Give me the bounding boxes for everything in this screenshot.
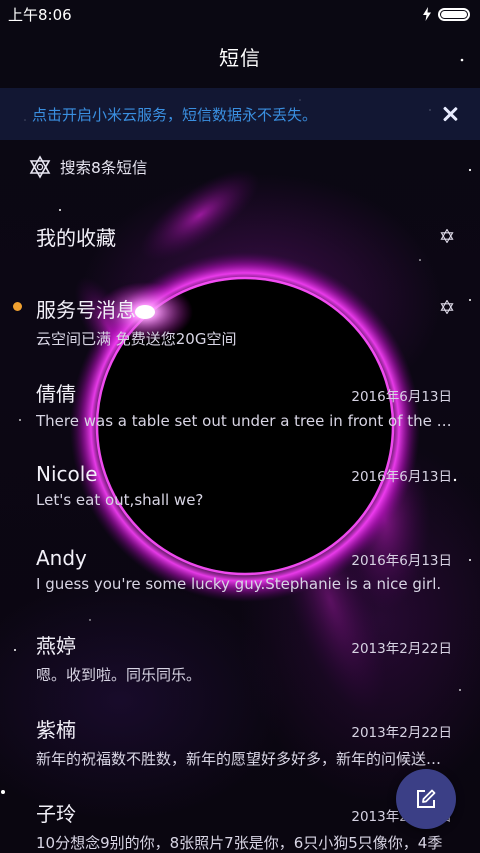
message-snippet: There was a table set out under a tree i…	[36, 412, 454, 430]
conversation-item[interactable]: 燕婷 2013年2月22日 嗯。收到啦。同乐同乐。	[0, 608, 480, 692]
star-icon	[440, 229, 454, 243]
contact-name: 倩倩	[36, 382, 76, 406]
message-snippet: 10分想念9别的你，8张照片7张是你，6只小狗5只像你，4季	[36, 834, 443, 852]
message-date: 2016年6月13日	[351, 389, 452, 405]
hexagram-search-icon	[29, 155, 51, 179]
status-icons	[422, 7, 470, 21]
compose-icon	[417, 789, 436, 808]
page-title-bar: 短信	[0, 28, 480, 84]
message-date: 2013年2月22日	[351, 725, 452, 741]
cloud-banner-text[interactable]: 点击开启小米云服务，短信数据永不丢失。	[32, 104, 440, 125]
contact-name: 服务号消息	[36, 298, 136, 322]
battery-icon	[438, 7, 470, 21]
cloud-service-banner[interactable]: 点击开启小米云服务，短信数据永不丢失。	[0, 88, 480, 140]
conversation-item[interactable]: 倩倩 2016年6月13日 There was a table set out …	[0, 356, 480, 440]
contact-name: Andy	[36, 546, 87, 570]
search-messages[interactable]: 搜索8条短信	[28, 150, 147, 184]
compose-button[interactable]	[396, 769, 456, 829]
conversation-item[interactable]: 服务号消息 云空间已满 免费送您20G空间	[0, 272, 480, 356]
message-snippet: 云空间已满 免费送您20G空间	[36, 330, 237, 348]
status-bar: 上午8:06	[0, 0, 480, 28]
message-date: 2016年6月13日	[351, 553, 452, 569]
message-snippet: I guess you're some lucky guy.Stephanie …	[36, 575, 442, 593]
battery-level-fill	[441, 10, 467, 18]
conversation-item[interactable]: Andy 2016年6月13日 I guess you're some luck…	[0, 524, 480, 608]
message-date: 2016年6月13日	[351, 469, 452, 485]
contact-name: 子玲	[36, 802, 76, 826]
conversation-list: 我的收藏 服务号消息 云空间已满 免费送您20G空间 倩倩 2016年6月13日…	[0, 200, 480, 853]
charging-bolt-icon	[423, 7, 431, 21]
page-title: 短信	[219, 45, 261, 70]
message-date: 2013年2月22日	[351, 641, 452, 657]
unread-dot	[13, 302, 22, 311]
contact-name: 紫楠	[36, 718, 76, 742]
conversation-item[interactable]: 紫楠 2013年2月22日 新年的祝福数不胜数，新年的愿望好多好多，新年的问候送…	[0, 692, 480, 776]
contact-name: Nicole	[36, 462, 98, 486]
favorites-row[interactable]: 我的收藏	[0, 200, 480, 272]
contact-name: 燕婷	[36, 634, 76, 658]
favorites-label: 我的收藏	[36, 226, 116, 250]
close-icon[interactable]	[440, 104, 460, 124]
conversation-item[interactable]: Nicole 2016年6月13日 Let's eat out,shall we…	[0, 440, 480, 524]
star-icon	[440, 300, 454, 314]
search-label: 搜索8条短信	[60, 159, 148, 177]
message-snippet: 嗯。收到啦。同乐同乐。	[36, 666, 202, 684]
message-snippet: Let's eat out,shall we?	[36, 491, 204, 509]
message-snippet: 新年的祝福数不胜数，新年的愿望好多好多，新年的问候送给你	[36, 750, 454, 768]
status-time: 上午8:06	[8, 5, 72, 24]
